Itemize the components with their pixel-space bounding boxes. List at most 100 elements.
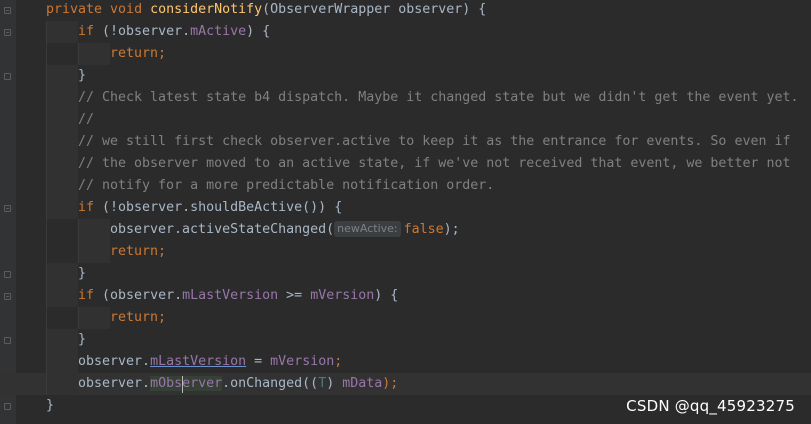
code-line-text: return;: [110, 241, 166, 263]
indent-guide: [46, 263, 47, 285]
code-token[interactable]: return;: [110, 46, 166, 61]
code-token[interactable]: ;: [334, 354, 342, 369]
code-token[interactable]: mLastVersion: [182, 288, 278, 303]
code-line[interactable]: return;: [0, 241, 811, 263]
indent-band: [46, 131, 78, 153]
code-line[interactable]: observer.mLastVersion = mVersion;: [0, 351, 811, 373]
code-line-text: // the observer moved to an active state…: [78, 153, 790, 175]
indent-guide: [78, 43, 79, 65]
code-token[interactable]: mVersion: [270, 354, 334, 369]
code-line[interactable]: }: [0, 329, 811, 351]
code-token[interactable]: private: [46, 2, 110, 17]
indent-band: [78, 43, 110, 65]
indent-band: [46, 153, 78, 175]
code-token[interactable]: >=: [278, 288, 310, 303]
code-line[interactable]: return;: [0, 43, 811, 65]
code-line[interactable]: private void considerNotify(ObserverWrap…: [0, 0, 811, 21]
code-line[interactable]: observer.activeStateChanged(newActive: fa…: [0, 219, 811, 241]
code-line[interactable]: observer.mObserver.onChanged((T) mData);: [0, 373, 811, 395]
code-line-text: //: [78, 109, 94, 131]
code-token[interactable]: ) {: [246, 24, 270, 39]
code-token[interactable]: .onChanged((: [222, 376, 318, 391]
indent-guide: [46, 373, 47, 395]
code-line[interactable]: // Check latest state b4 dispatch. Maybe…: [0, 87, 811, 109]
code-line[interactable]: //: [0, 109, 811, 131]
code-line[interactable]: if (!observer.mActive) {: [0, 21, 811, 43]
indent-guide: [46, 153, 47, 175]
code-token[interactable]: ): [326, 376, 342, 391]
code-line-text: private void considerNotify(ObserverWrap…: [46, 0, 486, 21]
code-token[interactable]: false: [404, 222, 444, 237]
code-token[interactable]: =: [246, 354, 270, 369]
code-token[interactable]: }: [78, 266, 86, 281]
code-token[interactable]: //: [78, 112, 94, 127]
code-line[interactable]: // notify for a more predictable notific…: [0, 175, 811, 197]
indent-guide: [46, 197, 47, 219]
code-token[interactable]: // we still first check observer.active …: [78, 134, 790, 149]
code-line-text: return;: [110, 307, 166, 329]
code-token[interactable]: void: [110, 2, 150, 17]
code-line-text: observer.mLastVersion = mVersion;: [78, 351, 342, 373]
code-token[interactable]: ) {: [374, 288, 398, 303]
code-editor[interactable]: private void considerNotify(ObserverWrap…: [0, 0, 811, 424]
indent-guide: [78, 307, 79, 329]
code-line[interactable]: }: [0, 263, 811, 285]
indent-band: [46, 329, 78, 351]
code-token[interactable]: (!observer.shouldBeActive()) {: [102, 200, 342, 215]
code-token[interactable]: }: [46, 398, 54, 413]
code-line[interactable]: return;: [0, 307, 811, 329]
indent-guide: [78, 241, 79, 263]
code-token[interactable]: );: [382, 376, 398, 391]
code-token[interactable]: // notify for a more predictable notific…: [78, 178, 494, 193]
indent-band: [46, 197, 78, 219]
code-token[interactable]: if: [78, 24, 102, 39]
code-line-text: observer.mObserver.onChanged((T) mData);: [78, 373, 398, 395]
code-token[interactable]: observer.activeStateChanged(: [110, 222, 334, 237]
indent-guide: [78, 219, 79, 241]
code-line[interactable]: // we still first check observer.active …: [0, 131, 811, 153]
watermark: CSDN @qq_45923275: [626, 397, 795, 415]
code-token[interactable]: (!observer.: [102, 24, 190, 39]
indent-band: [46, 175, 78, 197]
code-token[interactable]: );: [444, 222, 460, 237]
code-token[interactable]: observer.: [78, 354, 150, 369]
indent-guide: [46, 351, 47, 373]
indent-band: [46, 109, 78, 131]
indent-band: [46, 263, 78, 285]
text-caret: [182, 376, 183, 393]
code-line-text: // we still first check observer.active …: [78, 131, 790, 153]
code-token[interactable]: if: [78, 288, 102, 303]
code-token[interactable]: observer.: [78, 376, 150, 391]
code-token[interactable]: mLastVersion: [150, 354, 246, 369]
code-token[interactable]: // the observer moved to an active state…: [78, 156, 790, 171]
code-token[interactable]: (observer.: [102, 288, 182, 303]
code-token[interactable]: return;: [110, 244, 166, 259]
indent-guide: [46, 329, 47, 351]
code-token[interactable]: mVersion: [310, 288, 374, 303]
indent-band: [46, 373, 78, 395]
code-line-text: }: [78, 263, 86, 285]
code-token[interactable]: mObserver: [150, 376, 223, 391]
code-line[interactable]: // the observer moved to an active state…: [0, 153, 811, 175]
indent-guide: [46, 307, 47, 329]
code-line[interactable]: if (observer.mLastVersion >= mVersion) {: [0, 285, 811, 307]
code-token[interactable]: }: [78, 332, 86, 347]
code-token[interactable]: mData: [342, 376, 382, 391]
indent-guide: [46, 131, 47, 153]
code-token[interactable]: (ObserverWrapper observer) {: [262, 2, 486, 17]
code-token[interactable]: }: [78, 68, 86, 83]
code-line-text: return;: [110, 43, 166, 65]
code-token[interactable]: return;: [110, 310, 166, 325]
indent-band: [46, 65, 78, 87]
code-line[interactable]: if (!observer.shouldBeActive()) {: [0, 197, 811, 219]
indent-band: [46, 87, 78, 109]
code-token[interactable]: considerNotify: [150, 2, 262, 17]
indent-guide: [46, 43, 47, 65]
code-line-text: // notify for a more predictable notific…: [78, 175, 494, 197]
code-area[interactable]: private void considerNotify(ObserverWrap…: [0, 0, 811, 424]
code-line[interactable]: }: [0, 65, 811, 87]
code-token[interactable]: // Check latest state b4 dispatch. Maybe…: [78, 90, 799, 105]
code-token[interactable]: if: [78, 200, 102, 215]
code-token[interactable]: mActive: [190, 24, 246, 39]
indent-band: [78, 307, 110, 329]
